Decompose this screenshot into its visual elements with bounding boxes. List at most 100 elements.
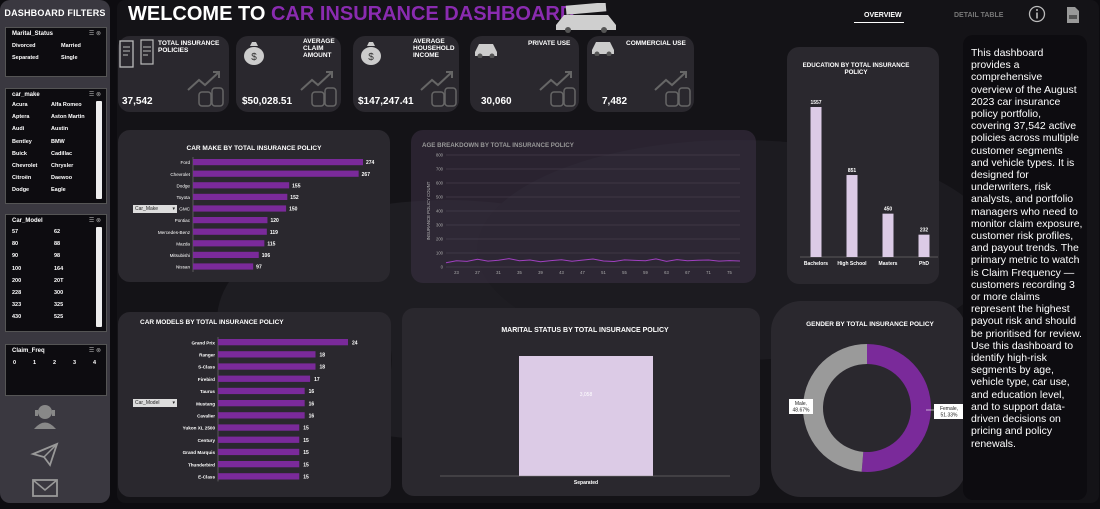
bar-category-label: Nissan: [176, 265, 190, 270]
bar-category-label: Toyota: [176, 195, 190, 200]
bar-category-label: Dodge: [176, 183, 190, 188]
bar: [882, 213, 894, 257]
description-panel: This dashboard provides a comprehensive …: [963, 35, 1087, 500]
chart-title: GENDER BY TOTAL INSURANCE POLICY: [806, 321, 934, 328]
pie-label: 51.33%: [941, 413, 959, 419]
bar-value-label: 15: [303, 426, 309, 432]
bar-category-label: Bachelors: [804, 261, 828, 267]
bar: [218, 424, 300, 431]
chart-title: CAR MAKE BY TOTAL INSURANCE POLICY: [187, 145, 323, 152]
y-axis-label: INSURANCE POLICY COUNT: [426, 181, 431, 240]
bar-category-label: Masters: [879, 261, 898, 267]
x-tick-label: 47: [580, 270, 585, 275]
bar: [193, 263, 254, 270]
bar: [218, 412, 305, 419]
chart-title: EDUCATION BY TOTAL INSURANCE POLICY: [803, 62, 910, 76]
bar-category-label: Pontiac: [175, 218, 191, 223]
x-tick-label: 51: [601, 270, 606, 275]
x-tick-label: 35: [517, 270, 522, 275]
bar: [193, 217, 268, 224]
bar: [193, 240, 265, 247]
bar: [218, 473, 300, 480]
bar-category-label: Separated: [574, 480, 598, 486]
bar: [218, 461, 300, 468]
bar: [193, 159, 363, 166]
charts-layer: CAR MAKE BY TOTAL INSURANCE POLICY Ford 27…: [140, 62, 964, 486]
bar-value-label: 15: [303, 438, 309, 444]
chart-title: AGE BREAKDOWN BY TOTAL INSURANCE POLICY: [422, 142, 575, 149]
bar-category-label: S-Class: [198, 365, 215, 370]
bar: [218, 400, 305, 407]
bar-category-label: GMC: [179, 207, 190, 212]
bar-category-label: PhD: [919, 261, 929, 267]
bar-value-label: 232: [920, 228, 929, 234]
bar-value-label: 17: [314, 377, 320, 383]
bar: [519, 356, 653, 476]
bar-value-label: 15: [303, 462, 309, 468]
y-tick-label: 200: [436, 237, 444, 242]
y-tick-label: 700: [436, 167, 444, 172]
bar-category-label: E-Class: [198, 475, 215, 480]
bar-category-label: Mustang: [196, 401, 215, 406]
pie-slice: [861, 344, 931, 472]
bar: [218, 375, 311, 382]
y-tick-label: 400: [436, 209, 444, 214]
series-line: [445, 258, 741, 264]
x-tick-label: 71: [706, 270, 711, 275]
x-tick-label: 43: [559, 270, 564, 275]
bar: [218, 351, 316, 358]
bar-value-label: 16: [309, 389, 315, 395]
bar: [218, 436, 300, 443]
bar-category-label: High School: [837, 261, 867, 267]
y-tick-label: 800: [436, 153, 444, 158]
pie-label: Female,: [940, 406, 958, 412]
bar-value-label: 851: [848, 168, 857, 174]
bar: [218, 387, 305, 395]
bar-value-label: 15: [303, 475, 309, 481]
bar-category-label: Mercedes-Benz: [158, 230, 191, 235]
x-tick-label: 59: [643, 270, 648, 275]
bar: [218, 363, 316, 370]
bar-value-label: 1557: [810, 100, 821, 106]
bar: [193, 170, 359, 177]
bar: [846, 175, 858, 257]
bar-category-label: Thunderbird: [188, 462, 215, 467]
bar-category-label: Mazda: [176, 241, 190, 246]
x-tick-label: 27: [475, 270, 480, 275]
bar-value-label: 115: [267, 241, 275, 247]
bar-value-label: 18: [320, 353, 326, 359]
y-tick-label: 500: [436, 195, 444, 200]
chart-title: CAR MODELS BY TOTAL INSURANCE POLICY: [140, 319, 284, 326]
bar: [810, 107, 822, 257]
bar-value-label: 106: [262, 253, 271, 259]
bar: [918, 234, 930, 257]
bar: [193, 193, 288, 200]
x-tick-label: 63: [664, 270, 669, 275]
x-tick-label: 55: [622, 270, 627, 275]
x-tick-label: 67: [685, 270, 690, 275]
bar-value-label: 155: [292, 183, 301, 189]
bar-category-label: Century: [198, 438, 216, 443]
bar-value-label: 267: [362, 172, 371, 178]
y-tick-label: 300: [436, 223, 444, 228]
bar-category-label: Cavalier: [197, 414, 215, 419]
bar-category-label: Taurus: [200, 389, 215, 394]
pie-label: 48.67%: [793, 408, 811, 414]
description-text: This dashboard provides a comprehensive …: [971, 47, 1083, 450]
bar-value-label: 18: [320, 365, 326, 371]
bar-value-label: 97: [256, 265, 262, 271]
pie-label: Male,: [795, 401, 807, 407]
bar: [193, 228, 267, 235]
y-tick-label: 100: [436, 251, 444, 256]
bar: [193, 251, 259, 258]
chart-title: MARITAL STATUS BY TOTAL INSURANCE POLICY: [501, 327, 669, 334]
bar-value-label: 24: [352, 340, 358, 346]
chart-title-line: EDUCATION BY TOTAL INSURANCE: [803, 62, 910, 69]
bar: [193, 205, 287, 212]
bar-value-label: 15: [303, 450, 309, 456]
bar-category-label: Ford: [181, 160, 191, 165]
bar-value-label: 450: [884, 207, 893, 213]
y-tick-label: 600: [436, 181, 444, 186]
bar-value-label: 152: [290, 195, 299, 201]
bar-category-label: Mitsubishi: [170, 253, 190, 258]
